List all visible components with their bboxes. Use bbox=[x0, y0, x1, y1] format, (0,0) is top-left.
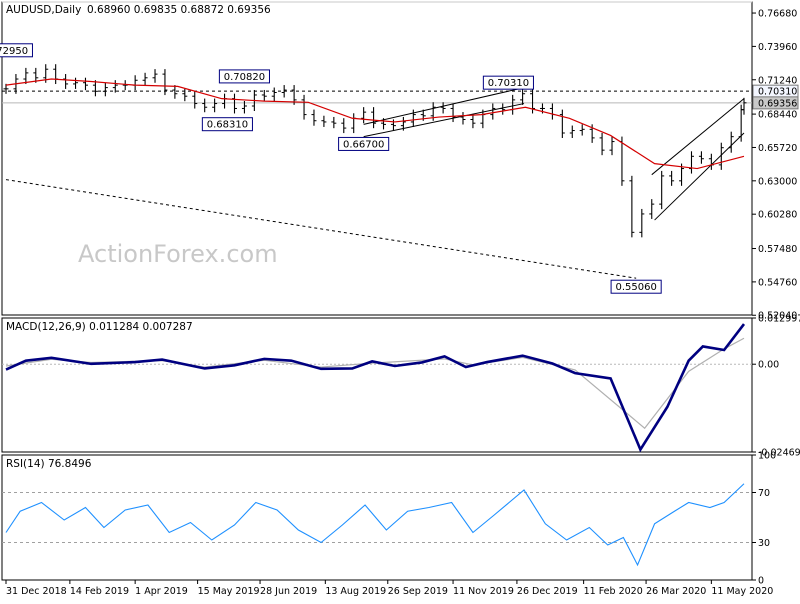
x-tick-label: 28 Jun 2019 bbox=[260, 586, 317, 597]
chart-title: AUDUSD,Daily bbox=[6, 4, 81, 16]
chart-canvas: 0.76680 0.73960 0.71240 0.68440 0.65720 0.630… bbox=[0, 0, 800, 597]
macd-title: MACD(12,26,9) 0.011284 0.007287 bbox=[6, 321, 193, 333]
price-annotation: 0.66700 bbox=[343, 139, 384, 150]
x-tick-label: 31 Dec 2018 bbox=[6, 586, 67, 597]
panel-frame-macd bbox=[1, 317, 753, 453]
chart-window: 0.76680 0.73960 0.71240 0.68440 0.65720 0.630… bbox=[0, 0, 800, 600]
x-tick-label: 11 May 2020 bbox=[711, 586, 773, 597]
x-tick-label: 26 Dec 2019 bbox=[517, 586, 578, 597]
rsi-title: RSI(14) 76.8496 bbox=[6, 458, 92, 470]
y-tick-label: 0.54760 bbox=[758, 277, 797, 288]
x-tick-label: 26 Sep 2019 bbox=[388, 586, 448, 597]
y-tick-label: 0.65720 bbox=[758, 143, 797, 154]
ohlc-readout: 0.68960 0.69835 0.68872 0.69356 bbox=[87, 4, 271, 16]
price-annotation: 0.70820 bbox=[224, 72, 265, 83]
x-tick-label: 1 Apr 2019 bbox=[135, 586, 188, 597]
y-tick-label: 0.68440 bbox=[758, 110, 797, 121]
y-tick-label: 0.71240 bbox=[758, 75, 797, 86]
x-tick-label: 26 Mar 2020 bbox=[646, 586, 706, 597]
panel-frame-price bbox=[1, 1, 753, 316]
y-tick-label: 0.73960 bbox=[758, 42, 797, 53]
y-tick-label: 100 bbox=[758, 451, 776, 462]
x-tick-label: 11 Nov 2019 bbox=[453, 586, 514, 597]
y-tick-label: 0.63000 bbox=[758, 176, 797, 187]
price-tag: 0.69356 bbox=[758, 98, 797, 109]
price-tag: 0.70310 bbox=[758, 87, 797, 98]
price-annotation: 0.72950 bbox=[0, 46, 28, 57]
y-tick-label: 0 bbox=[758, 576, 764, 587]
price-annotation: 0.68310 bbox=[207, 120, 248, 131]
y-tick-label: 0.00 bbox=[758, 360, 779, 371]
y-tick-label: 0.57480 bbox=[758, 244, 797, 255]
price-annotation: 0.70310 bbox=[488, 78, 529, 89]
x-tick-label: 11 Feb 2020 bbox=[584, 586, 643, 597]
fib-label: 38.2 bbox=[730, 0, 750, 3]
watermark: ActionForex.com bbox=[78, 240, 278, 268]
y-tick-label: 70 bbox=[758, 488, 770, 499]
y-tick-label: 30 bbox=[758, 538, 770, 549]
y-tick-label: 0.60280 bbox=[758, 210, 797, 221]
y-tick-label: 0.012997 bbox=[758, 314, 800, 325]
x-tick-label: 13 Aug 2019 bbox=[325, 586, 386, 597]
y-tick-label: 0.76680 bbox=[758, 9, 797, 20]
x-tick-label: 14 Feb 2019 bbox=[70, 586, 129, 597]
price-annotation: 0.55060 bbox=[615, 282, 656, 293]
x-tick-label: 15 May 2019 bbox=[198, 586, 260, 597]
